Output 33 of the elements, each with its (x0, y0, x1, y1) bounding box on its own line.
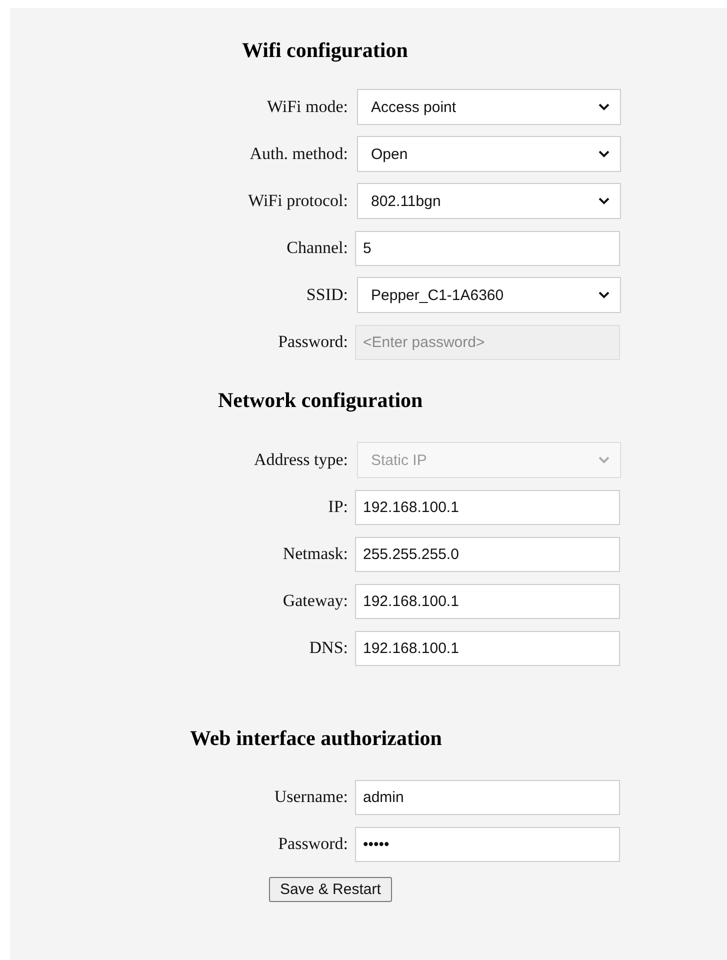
field-label: SSID: (305, 285, 349, 305)
field-label: Channel: (286, 238, 349, 258)
save-restart-button[interactable]: Save & Restart (269, 877, 392, 902)
field-label: Address type: (253, 450, 349, 470)
section-heading: Web interface authorization (190, 726, 442, 751)
input-field[interactable]: 255.255.255.0 (355, 536, 620, 572)
dropdown[interactable]: 802.11bgn (357, 183, 621, 219)
field-label: Gateway: (282, 591, 349, 611)
field-label: DNS: (308, 638, 349, 658)
section-heading: Network configuration (218, 388, 423, 413)
input-field[interactable]: ••••• (355, 826, 620, 862)
input-field[interactable]: 192.168.100.1 (355, 630, 620, 666)
dropdown[interactable]: Pepper_C1-1A6360 (357, 277, 621, 313)
input-field[interactable]: 5 (355, 230, 620, 266)
chevron-down-icon (598, 103, 610, 111)
field-label: Netmask: (282, 544, 349, 564)
dropdown[interactable]: Open (357, 136, 621, 172)
chevron-down-icon (598, 291, 610, 299)
chevron-down-icon (598, 150, 610, 158)
field-label: WiFi mode: (266, 97, 349, 117)
field-label: Password: (277, 332, 349, 352)
field-label: IP: (327, 497, 349, 517)
input-field[interactable]: 192.168.100.1 (355, 490, 620, 524)
chevron-down-icon (598, 456, 610, 464)
chevron-down-icon (598, 197, 610, 205)
input-field[interactable]: 192.168.100.1 (355, 584, 620, 618)
field-label: Password: (277, 834, 349, 854)
field-label: Auth. method: (248, 144, 349, 164)
field-label: WiFi protocol: (247, 191, 349, 211)
section-heading: Wifi configuration (242, 38, 408, 63)
field-label: Username: (273, 787, 349, 807)
input-field[interactable]: admin (355, 780, 620, 814)
dropdown[interactable]: Access point (357, 89, 621, 125)
